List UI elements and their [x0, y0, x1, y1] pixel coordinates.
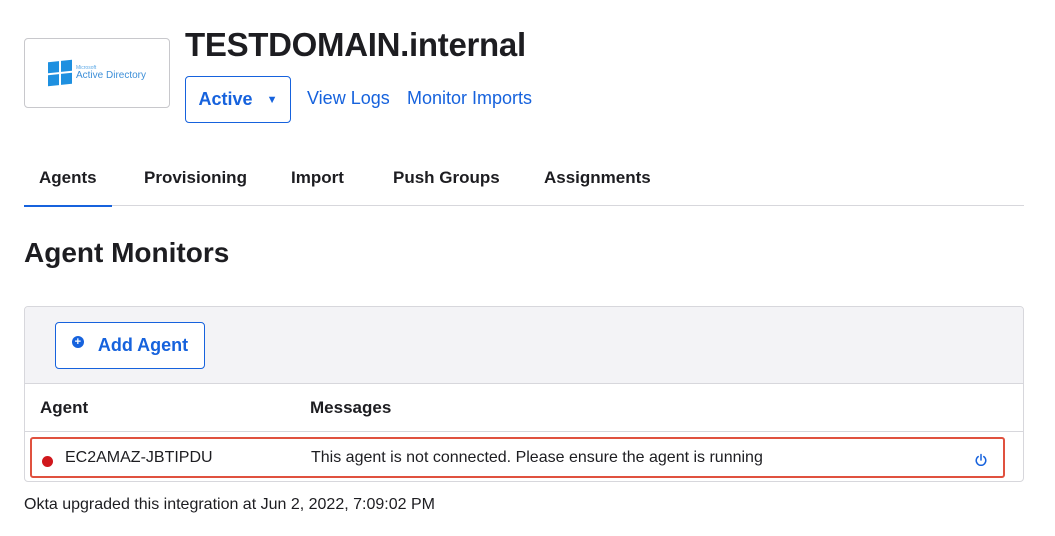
plus-circle-icon: + [71, 335, 84, 348]
tab-provisioning[interactable]: Provisioning [144, 168, 247, 205]
agent-monitors-panel: + Add Agent Agent Messages EC2AMAZ-JBTIP… [24, 306, 1024, 482]
add-agent-button[interactable]: + Add Agent [55, 322, 205, 369]
page-title: TESTDOMAIN.internal [185, 26, 526, 63]
monitor-imports-link[interactable]: Monitor Imports [407, 88, 532, 109]
logo-text: Microsoft Active Directory [75, 65, 146, 81]
tab-push-groups[interactable]: Push Groups [393, 168, 500, 205]
status-label: Active [198, 89, 253, 109]
upgrade-note: Okta upgraded this integration at Jun 2,… [24, 496, 435, 513]
logo-text-product: Active Directory [75, 69, 146, 81]
windows-logo-icon [47, 59, 72, 87]
status-error-dot [42, 456, 53, 467]
section-title: Agent Monitors [24, 237, 230, 268]
add-agent-label: Add Agent [97, 335, 189, 355]
agent-message: This agent is not connected. Please ensu… [311, 449, 763, 466]
column-header-agent: Agent [40, 398, 89, 417]
column-header-messages: Messages [310, 398, 392, 417]
status-dropdown-button[interactable]: Active ▼ [185, 76, 291, 123]
tab-assignments[interactable]: Assignments [544, 168, 651, 205]
table-row: EC2AMAZ-JBTIPDU This agent is not connec… [30, 437, 1005, 478]
panel-toolbar: + Add Agent [25, 307, 1023, 384]
tab-agents[interactable]: Agents [24, 168, 112, 207]
tab-bar: Agents Provisioning Import Push Groups A… [24, 158, 1024, 207]
power-icon[interactable] [974, 453, 988, 467]
view-logs-link[interactable]: View Logs [307, 88, 390, 109]
app-logo: Microsoft Active Directory [24, 38, 170, 108]
tab-import[interactable]: Import [291, 168, 344, 205]
caret-down-icon: ▼ [266, 93, 278, 106]
table-header: Agent Messages [25, 384, 1023, 432]
agent-name: EC2AMAZ-JBTIPDU [65, 449, 213, 466]
